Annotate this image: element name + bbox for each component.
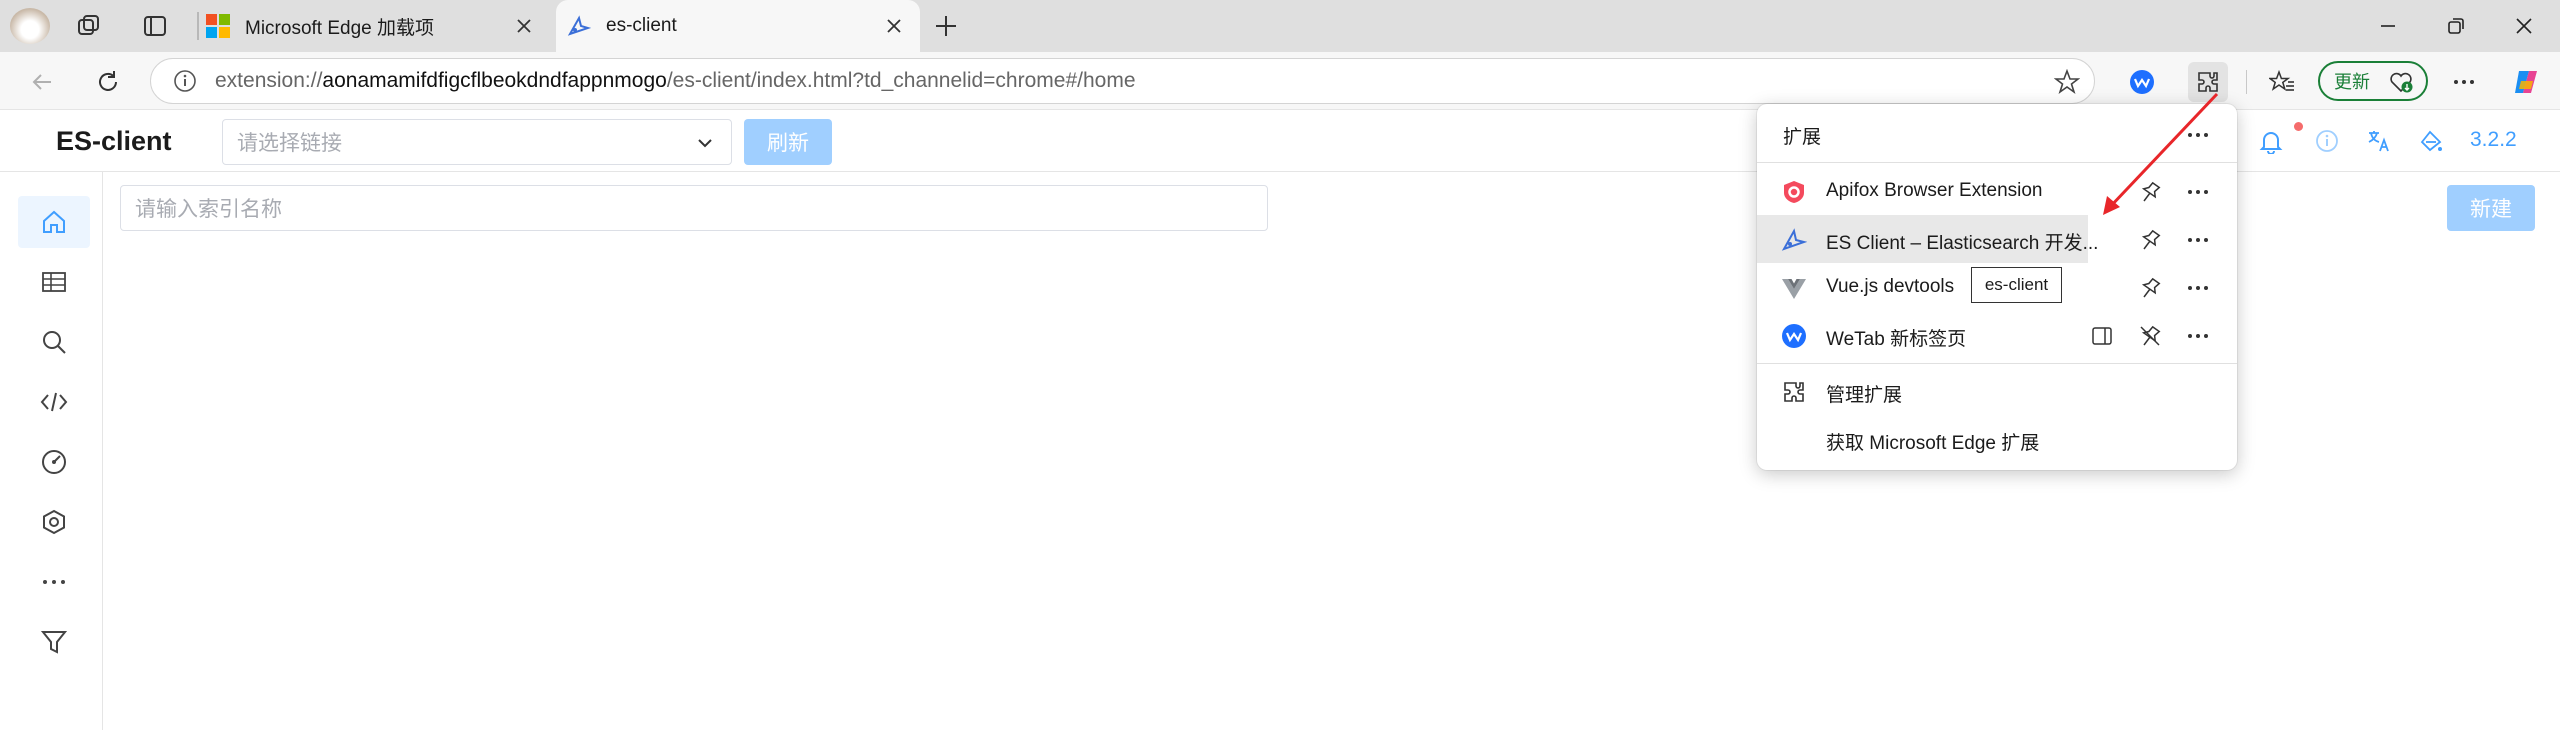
code-icon (40, 392, 68, 412)
close-tab-icon[interactable] (882, 14, 906, 38)
site-info-icon[interactable] (173, 69, 197, 93)
tooltip: es-client (1971, 267, 2062, 303)
tab-title: Microsoft Edge 加载项 (245, 17, 434, 39)
pin-icon[interactable] (2137, 275, 2163, 301)
tab-es-client[interactable]: es-client (556, 0, 920, 52)
apifox-icon (1781, 179, 1807, 205)
manage-extensions-item[interactable]: 管理扩展 (1757, 367, 2237, 415)
filter-icon (40, 631, 68, 654)
new-tab-button[interactable] (932, 12, 960, 40)
connection-placeholder: 请选择链接 (237, 132, 342, 155)
extension-item-wetab[interactable]: WeTab 新标签页 (1757, 311, 2237, 359)
get-extensions-item[interactable]: 获取 Microsoft Edge 扩展 (1757, 415, 2237, 463)
vue-icon (1781, 275, 1807, 301)
favorites-icon[interactable] (2262, 62, 2302, 102)
minimize-button[interactable] (2356, 0, 2420, 52)
manage-extensions-label: 管理扩展 (1826, 385, 1903, 406)
pin-icon[interactable] (2137, 227, 2163, 253)
profile-avatar[interactable] (10, 8, 50, 44)
annotation-arrow (2103, 92, 2219, 215)
sidebar-item-data[interactable] (18, 256, 90, 308)
wetab-icon (1781, 323, 1807, 349)
hexagon-settings-icon (43, 509, 65, 535)
address-bar[interactable]: extension:// aonamamifdfigcflbeokdndfapp… (150, 58, 2095, 104)
heart-badge-icon (2388, 69, 2414, 95)
extension-name: WeTab 新标签页 (1826, 329, 1967, 350)
new-button[interactable]: 新建 (2447, 185, 2535, 231)
sidebar-item-dev[interactable] (18, 376, 90, 428)
version-label[interactable]: 3.2.2 (2470, 128, 2517, 152)
notification-dot (2294, 122, 2303, 131)
copilot-icon[interactable] (2506, 62, 2546, 102)
sidebar (0, 172, 103, 730)
es-client-icon (566, 13, 592, 39)
connection-select[interactable]: 请选择链接 (222, 119, 732, 165)
sidebar-item-dashboard[interactable] (18, 436, 90, 488)
tab-separator (197, 12, 199, 40)
sidebar-item-home[interactable] (18, 196, 90, 248)
url-scheme: extension:// (215, 69, 323, 92)
sidebar-item-search[interactable] (18, 316, 90, 368)
chevron-down-icon (695, 133, 715, 153)
index-search-placeholder: 请输入索引名称 (135, 198, 282, 221)
theme-icon[interactable] (2418, 128, 2444, 154)
microsoft-logo-icon (205, 13, 231, 39)
extension-more-icon[interactable] (2185, 275, 2211, 301)
extension-name: Vue.js devtools (1826, 276, 1955, 297)
close-tab-icon[interactable] (512, 14, 536, 38)
notification-bell-icon[interactable] (2258, 122, 2303, 154)
app-brand: ES-client (56, 126, 172, 156)
panel-divider (1757, 363, 2237, 364)
update-label: 更新 (2334, 72, 2370, 92)
table-icon (42, 272, 66, 292)
refresh-page-button[interactable] (88, 62, 128, 102)
back-button[interactable] (22, 62, 62, 102)
close-window-button[interactable] (2492, 0, 2556, 52)
restore-button[interactable] (2424, 0, 2488, 52)
tab-title: es-client (606, 15, 677, 36)
refresh-button[interactable]: 刷新 (744, 119, 832, 165)
extension-name: ES Client – Elasticsearch 开发... (1826, 233, 2099, 254)
url-host: aonamamifdfigcflbeokdndfappnmogo (322, 69, 667, 92)
more-dots-icon (43, 580, 65, 584)
home-icon (43, 210, 65, 233)
index-search-input[interactable]: 请输入索引名称 (120, 185, 1268, 231)
sidebar-panel-icon[interactable] (2089, 323, 2115, 349)
update-button[interactable]: 更新 (2318, 61, 2428, 101)
search-icon (43, 331, 66, 354)
info-icon[interactable] (2314, 128, 2340, 154)
es-client-icon (1781, 227, 1807, 253)
favorite-star-icon[interactable] (2054, 69, 2080, 95)
title-bar: Microsoft Edge 加载项 es-client (0, 0, 2560, 52)
toolbar-divider (2246, 70, 2247, 94)
puzzle-icon (1781, 379, 1807, 405)
tab-edge-addons[interactable]: Microsoft Edge 加载项 (205, 0, 550, 52)
gauge-icon (42, 450, 66, 474)
sidebar-item-filter[interactable] (18, 616, 90, 668)
extension-more-icon[interactable] (2185, 323, 2211, 349)
translate-icon[interactable] (2366, 128, 2392, 154)
extensions-panel-title: 扩展 (1783, 127, 1822, 148)
settings-more-icon[interactable] (2444, 62, 2484, 102)
unpin-icon[interactable] (2137, 323, 2163, 349)
url-path: /es-client/index.html?td_channelid=chrom… (666, 69, 1136, 92)
get-extensions-label: 获取 Microsoft Edge 扩展 (1826, 433, 2040, 454)
extension-name: Apifox Browser Extension (1826, 180, 2043, 201)
sidebar-item-settings[interactable] (18, 496, 90, 548)
vertical-tabs-icon[interactable] (142, 13, 168, 39)
extension-more-icon[interactable] (2185, 227, 2211, 253)
workspaces-icon[interactable] (76, 13, 102, 39)
sidebar-item-more[interactable] (18, 556, 90, 608)
